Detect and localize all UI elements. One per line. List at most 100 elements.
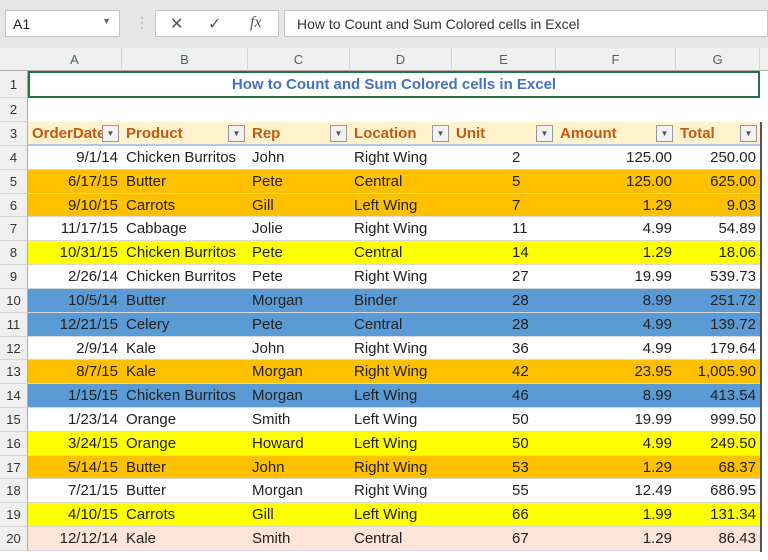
row-header-3[interactable]: 3 — [0, 122, 28, 146]
cell-D11[interactable]: Central — [350, 312, 452, 337]
row-header-7[interactable]: 7 — [0, 217, 28, 242]
cell-D12[interactable]: Right Wing — [350, 336, 452, 361]
row-header-19[interactable]: 19 — [0, 503, 28, 528]
cell-F13[interactable]: 23.95 — [556, 360, 676, 385]
cell-E17[interactable]: 53 — [452, 455, 556, 480]
cell-F4[interactable]: 125.00 — [556, 146, 676, 170]
cell-G9[interactable]: 539.73 — [676, 265, 760, 289]
cell-B8[interactable]: Chicken Burritos — [122, 241, 248, 266]
cell-F14[interactable]: 8.99 — [556, 384, 676, 408]
row-header-5[interactable]: 5 — [0, 169, 28, 194]
cell-D10[interactable]: Binder — [350, 288, 452, 313]
cell-G15[interactable]: 999.50 — [676, 408, 760, 432]
formula-input[interactable]: How to Count and Sum Colored cells in Ex… — [284, 10, 768, 37]
filter-dropdown-icon[interactable]: ▼ — [740, 125, 757, 142]
cell-C6[interactable]: Gill — [248, 193, 350, 218]
cell-F15[interactable]: 19.99 — [556, 408, 676, 432]
cell-A8[interactable]: 10/31/15 — [28, 241, 122, 266]
cell-E11[interactable]: 28 — [452, 312, 556, 337]
enter-icon[interactable]: ✓ — [208, 14, 221, 34]
cell-A13[interactable]: 8/7/15 — [28, 360, 122, 385]
cell-D7[interactable]: Right Wing — [350, 217, 452, 242]
filter-dropdown-icon[interactable]: ▼ — [536, 125, 553, 142]
row-header-16[interactable]: 16 — [0, 431, 28, 456]
column-header-E[interactable]: E — [452, 48, 556, 71]
cell-G4[interactable]: 250.00 — [676, 146, 760, 170]
cell-A18[interactable]: 7/21/15 — [28, 479, 122, 504]
cell-A16[interactable]: 3/24/15 — [28, 431, 122, 456]
cell-D20[interactable]: Central — [350, 527, 452, 551]
cell-B7[interactable]: Cabbage — [122, 217, 248, 242]
cell-A5[interactable]: 6/17/15 — [28, 169, 122, 194]
column-header-B[interactable]: B — [122, 48, 248, 71]
cell-E4[interactable]: 2 — [452, 146, 556, 170]
row-header-9[interactable]: 9 — [0, 265, 28, 289]
cell-B4[interactable]: Chicken Burritos — [122, 146, 248, 170]
cell-E10[interactable]: 28 — [452, 288, 556, 313]
cell-D8[interactable]: Central — [350, 241, 452, 266]
column-header-G[interactable]: G — [676, 48, 760, 71]
insert-function-icon[interactable]: fx — [250, 14, 262, 32]
cell-F19[interactable]: 1.99 — [556, 503, 676, 528]
cell-A19[interactable]: 4/10/15 — [28, 503, 122, 528]
cell-B20[interactable]: Kale — [122, 527, 248, 551]
cell-C20[interactable]: Smith — [248, 527, 350, 551]
cell-E18[interactable]: 55 — [452, 479, 556, 504]
cell-C11[interactable]: Pete — [248, 312, 350, 337]
cell-C14[interactable]: Morgan — [248, 384, 350, 408]
cell-G10[interactable]: 251.72 — [676, 288, 760, 313]
cell-F16[interactable]: 4.99 — [556, 431, 676, 456]
cell-C8[interactable]: Pete — [248, 241, 350, 266]
filter-dropdown-icon[interactable]: ▼ — [228, 125, 245, 142]
row-header-12[interactable]: 12 — [0, 336, 28, 361]
cell-B15[interactable]: Orange — [122, 408, 248, 432]
cell-F18[interactable]: 12.49 — [556, 479, 676, 504]
cell-C13[interactable]: Morgan — [248, 360, 350, 385]
cell-D6[interactable]: Left Wing — [350, 193, 452, 218]
filter-dropdown-icon[interactable]: ▼ — [102, 125, 119, 142]
cell-D15[interactable]: Left Wing — [350, 408, 452, 432]
cell-B16[interactable]: Orange — [122, 431, 248, 456]
filter-dropdown-icon[interactable]: ▼ — [656, 125, 673, 142]
cell-A4[interactable]: 9/1/14 — [28, 146, 122, 170]
cell-G11[interactable]: 139.72 — [676, 312, 760, 337]
cell-E6[interactable]: 7 — [452, 193, 556, 218]
cell-D9[interactable]: Right Wing — [350, 265, 452, 289]
cell-D5[interactable]: Central — [350, 169, 452, 194]
cell-F11[interactable]: 4.99 — [556, 312, 676, 337]
cell-D4[interactable]: Right Wing — [350, 146, 452, 170]
cell-G5[interactable]: 625.00 — [676, 169, 760, 194]
cell-G8[interactable]: 18.06 — [676, 241, 760, 266]
row-header-2[interactable]: 2 — [0, 98, 28, 122]
cell-G12[interactable]: 179.64 — [676, 336, 760, 361]
cell-A12[interactable]: 2/9/14 — [28, 336, 122, 361]
cancel-icon[interactable]: ✕ — [170, 14, 183, 34]
cell-B14[interactable]: Chicken Burritos — [122, 384, 248, 408]
cell-G20[interactable]: 86.43 — [676, 527, 760, 551]
cell-E12[interactable]: 36 — [452, 336, 556, 361]
cell-B11[interactable]: Celery — [122, 312, 248, 337]
row-header-1[interactable]: 1 — [0, 71, 28, 98]
cell-A15[interactable]: 1/23/14 — [28, 408, 122, 432]
row-header-6[interactable]: 6 — [0, 193, 28, 218]
cell-C15[interactable]: Smith — [248, 408, 350, 432]
cell-E14[interactable]: 46 — [452, 384, 556, 408]
cell-E15[interactable]: 50 — [452, 408, 556, 432]
cell-A6[interactable]: 9/10/15 — [28, 193, 122, 218]
cell-A10[interactable]: 10/5/14 — [28, 288, 122, 313]
cell-G16[interactable]: 249.50 — [676, 431, 760, 456]
column-header-D[interactable]: D — [350, 48, 452, 71]
row-header-8[interactable]: 8 — [0, 241, 28, 266]
cell-F9[interactable]: 19.99 — [556, 265, 676, 289]
cell-C7[interactable]: Jolie — [248, 217, 350, 242]
cell-C17[interactable]: John — [248, 455, 350, 480]
cell-C12[interactable]: John — [248, 336, 350, 361]
cell-E16[interactable]: 50 — [452, 431, 556, 456]
cell-B5[interactable]: Butter — [122, 169, 248, 194]
filter-dropdown-icon[interactable]: ▼ — [330, 125, 347, 142]
cell-E20[interactable]: 67 — [452, 527, 556, 551]
cell-F6[interactable]: 1.29 — [556, 193, 676, 218]
column-header-C[interactable]: C — [248, 48, 350, 71]
cell-B9[interactable]: Chicken Burritos — [122, 265, 248, 289]
cell-F8[interactable]: 1.29 — [556, 241, 676, 266]
